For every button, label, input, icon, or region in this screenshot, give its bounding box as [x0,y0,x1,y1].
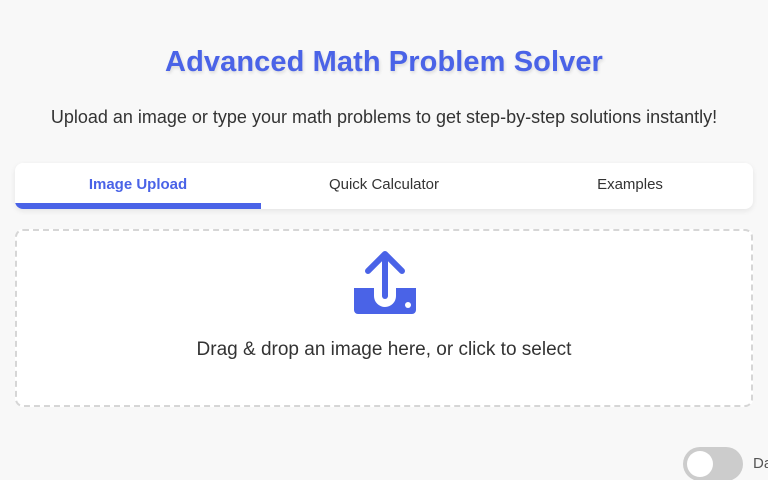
upload-icon [354,251,416,314]
page: Advanced Math Problem Solver Upload an i… [0,0,768,480]
tab-examples[interactable]: Examples [507,163,753,209]
tab-bar: Image Upload Quick Calculator Examples [15,163,753,209]
tab-quick-calculator[interactable]: Quick Calculator [261,163,507,209]
image-dropzone[interactable]: Drag & drop an image here, or click to s… [15,229,753,407]
toggle-knob [687,451,713,477]
page-subtitle: Upload an image or type your math proble… [50,107,718,127]
page-title: Advanced Math Problem Solver [165,46,603,78]
dark-mode-toggle[interactable] [683,447,743,480]
dropzone-instructions: Drag & drop an image here, or click to s… [196,339,572,360]
dark-mode-label: Da [753,455,768,472]
tab-image-upload[interactable]: Image Upload [15,163,261,209]
